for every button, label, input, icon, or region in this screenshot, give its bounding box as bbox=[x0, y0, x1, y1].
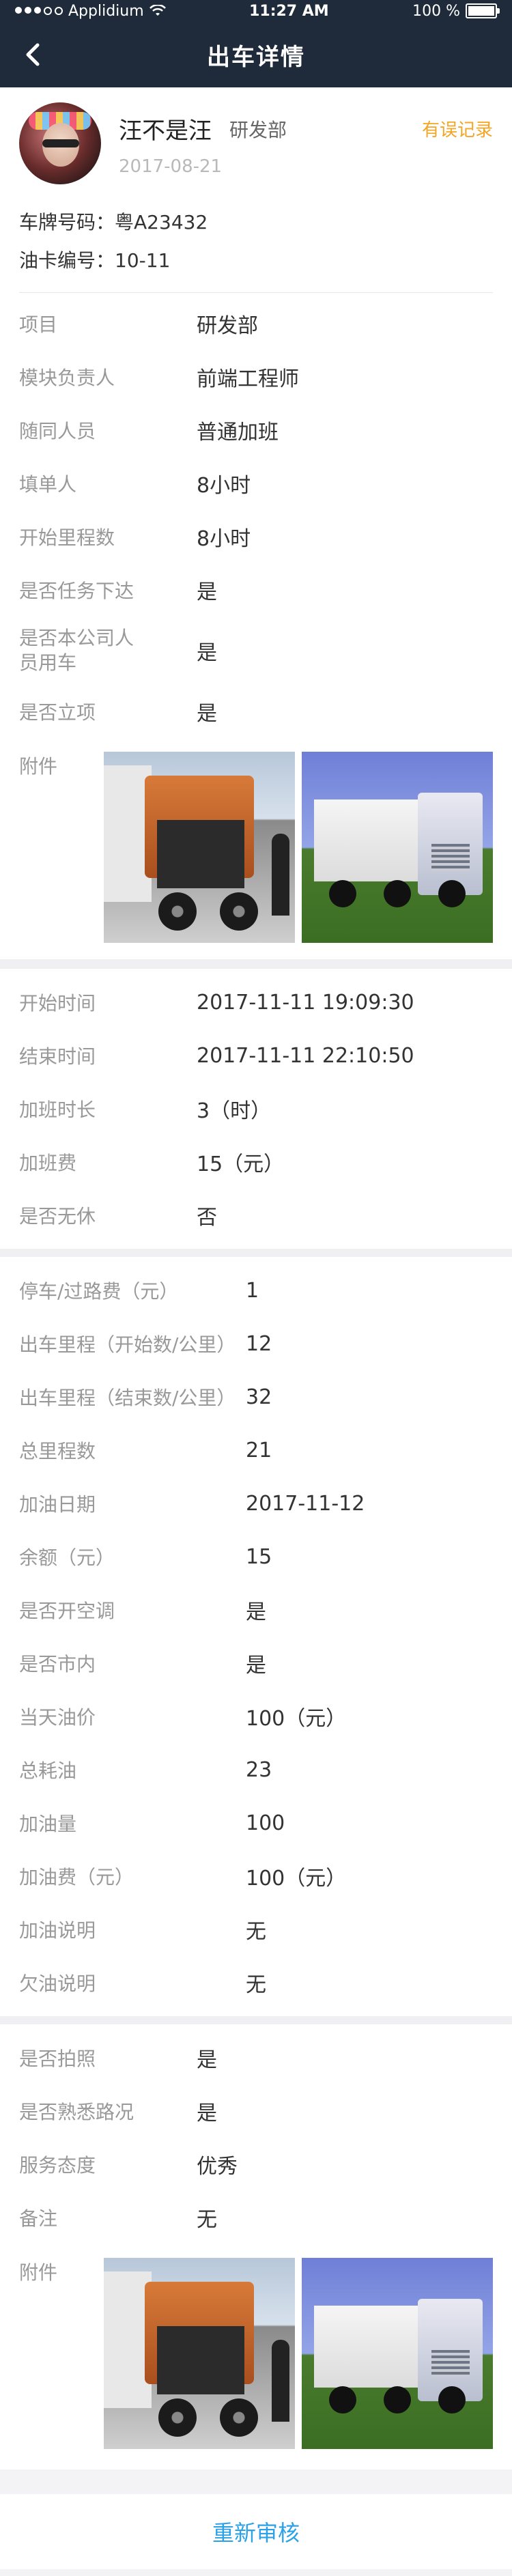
plate-number: 车牌号码：粤A23432 bbox=[19, 211, 208, 233]
battery-percent: 100 % bbox=[412, 2, 460, 20]
row-in-city: 是否市内 是 bbox=[19, 1653, 266, 1678]
attachments: 附件 bbox=[19, 738, 512, 959]
row-refuel-amount: 加油量 100 bbox=[19, 1811, 285, 1836]
row-company-car: 是否本公司人 员用车 是 bbox=[19, 627, 217, 674]
status-time: 11:27 AM bbox=[249, 2, 329, 20]
error-record-link[interactable]: 有误记录 bbox=[422, 116, 493, 141]
row-remarks: 备注 无 bbox=[19, 2207, 217, 2232]
row-total-mileage: 总里程数 21 bbox=[19, 1438, 272, 1463]
row-refuel-note: 加油说明 无 bbox=[19, 1919, 266, 1944]
row-no-rest: 是否无休 否 bbox=[19, 1205, 217, 1230]
row-familiar-roads: 是否熟悉路况 是 bbox=[19, 2101, 217, 2125]
attachments: 附件 bbox=[19, 2244, 512, 2449]
re-review-button[interactable]: 重新审核 bbox=[212, 2516, 300, 2547]
profile-department: 研发部 bbox=[229, 118, 287, 141]
row-form-filler: 填单人 8小时 bbox=[19, 473, 251, 498]
section-gap bbox=[0, 2016, 512, 2024]
attachment-image[interactable] bbox=[104, 2258, 295, 2449]
attachment-thumbs bbox=[104, 752, 493, 943]
carrier: Applidium bbox=[68, 2, 144, 20]
vehicle-info: 车牌号码：粤A23432 油卡编号：10-11 bbox=[0, 191, 512, 280]
attachment-image[interactable] bbox=[302, 752, 493, 943]
row-module-owner: 模块负责人 前端工程师 bbox=[19, 367, 299, 391]
basic-rows: 项目 研发部 模块负责人 前端工程师 随同人员 普通加班 填单人 8小时 开始里… bbox=[0, 293, 512, 959]
section-gap bbox=[0, 1249, 512, 1257]
avatar bbox=[19, 102, 101, 184]
attachment-image[interactable] bbox=[302, 2258, 493, 2449]
row-parking-toll: 停车/过路费（元） 1 bbox=[19, 1278, 259, 1303]
row-start-time: 开始时间 2017-11-11 19:09:30 bbox=[19, 990, 414, 1015]
section-gap bbox=[0, 959, 512, 969]
chevron-left-icon bbox=[26, 43, 40, 66]
row-overtime-duration: 加班时长 3（时） bbox=[19, 1099, 272, 1123]
row-mileage-end: 出车里程（结束数/公里） 32 bbox=[19, 1385, 272, 1410]
section-overtime: 开始时间 2017-11-11 19:09:30 结束时间 2017-11-11… bbox=[0, 969, 512, 1249]
row-fuel-price: 当天油价 100（元） bbox=[19, 1706, 347, 1731]
back-button[interactable] bbox=[19, 41, 46, 68]
status-left: Applidium bbox=[15, 3, 166, 20]
row-owed-fuel-note: 欠油说明 无 bbox=[19, 1972, 266, 1997]
attachment-image[interactable] bbox=[104, 752, 295, 943]
row-project: 项目 研发部 bbox=[19, 313, 258, 338]
profile-name: 汪不是汪 bbox=[119, 117, 212, 145]
section-service: 是否拍照 是 是否熟悉路况 是 服务态度 优秀 备注 无 附件 bbox=[0, 2024, 512, 2469]
row-mileage-start: 出车里程（开始数/公里） 12 bbox=[19, 1331, 272, 1357]
row-refuel-cost: 加油费（元） 100（元） bbox=[19, 1866, 347, 1891]
profile-header: 汪不是汪 研发部 2017-08-21 有误记录 bbox=[0, 87, 512, 191]
page-title: 出车详情 bbox=[207, 43, 305, 71]
top-bar: Applidium 11:27 AM 100 % 出车详情 bbox=[0, 0, 512, 87]
row-photo-taken: 是否拍照 是 bbox=[19, 2048, 217, 2072]
nav-bar: 出车详情 bbox=[0, 22, 512, 87]
row-balance: 余额（元） 15 bbox=[19, 1544, 272, 1570]
footer: 重新审核 bbox=[0, 2494, 512, 2569]
row-refuel-date: 加油日期 2017-11-12 bbox=[19, 1491, 365, 1516]
attachment-thumbs bbox=[104, 2258, 493, 2449]
fuel-card-number: 油卡编号：10-11 bbox=[19, 249, 171, 272]
row-end-time: 结束时间 2017-11-11 22:10:50 bbox=[19, 1043, 414, 1068]
row-start-mileage: 开始里程数 8小时 bbox=[19, 526, 251, 551]
row-total-fuel: 总耗油 23 bbox=[19, 1757, 272, 1783]
row-task-assigned: 是否任务下达 是 bbox=[19, 580, 217, 604]
signal-icon bbox=[15, 7, 63, 15]
row-project-approved: 是否立项 是 bbox=[19, 701, 217, 726]
profile-date: 2017-08-21 bbox=[119, 156, 223, 177]
battery-icon bbox=[466, 3, 500, 18]
row-service-attitude: 服务态度 优秀 bbox=[19, 2154, 238, 2179]
row-overtime-pay: 加班费 15（元） bbox=[19, 1152, 285, 1176]
section-fuel: 停车/过路费（元） 1 出车里程（开始数/公里） 12 出车里程（结束数/公里）… bbox=[0, 1257, 512, 2016]
section-basic: 汪不是汪 研发部 2017-08-21 有误记录 车牌号码：粤A23432 油卡… bbox=[0, 87, 512, 959]
status-right: 100 % bbox=[412, 2, 500, 20]
wifi-icon bbox=[149, 5, 166, 16]
row-ac-on: 是否开空调 是 bbox=[19, 1600, 266, 1624]
row-companions: 随同人员 普通加班 bbox=[19, 420, 279, 444]
status-bar: Applidium 11:27 AM 100 % bbox=[0, 0, 512, 22]
